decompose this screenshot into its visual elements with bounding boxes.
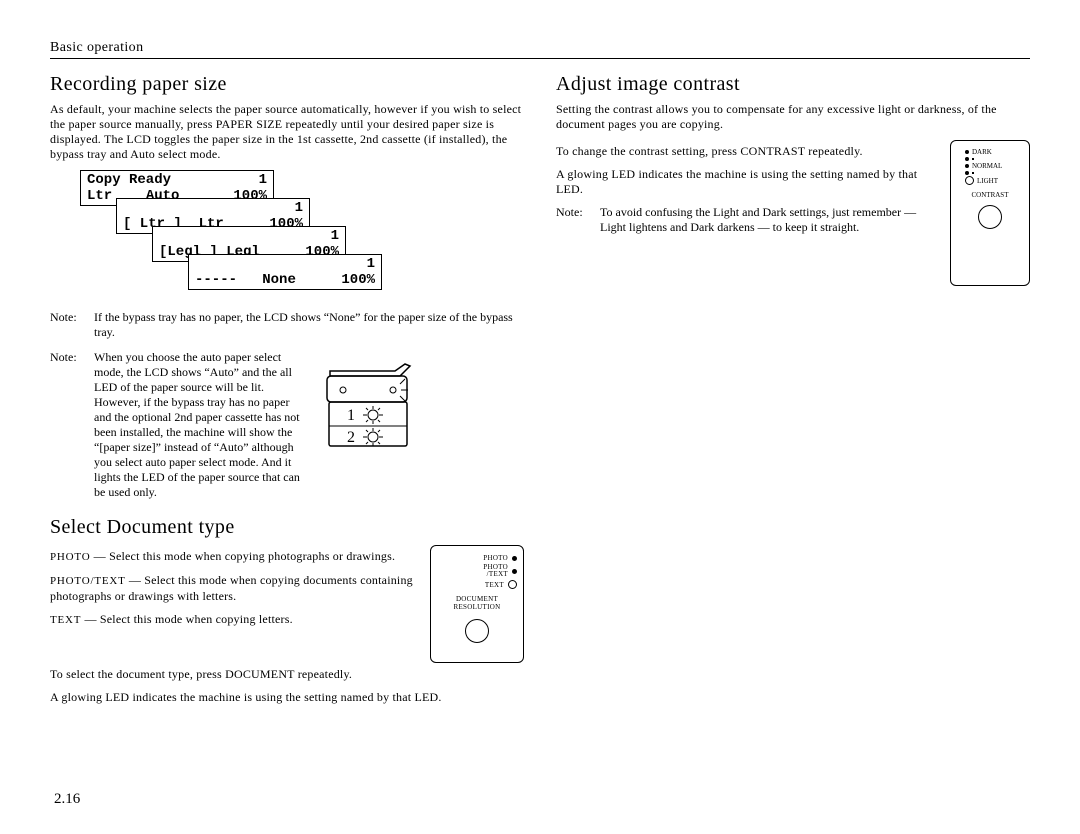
lcd-line: 1 [295,200,303,216]
contrast-button-icon [978,205,1002,229]
panel-label-phototext: PHOTO /TEXT [483,564,508,578]
lcd-screen: 1 ----- None100% [188,254,382,290]
lcd-stack: Copy Ready1 Ltr Auto100% 1 [ Ltr ] Ltr10… [80,170,524,300]
lcd-line: 1 [367,256,375,272]
page-header: Basic operation [50,40,1030,59]
document-resolution-panel: PHOTO PHOTO /TEXT TEXT DOCUMENT RESOLUTI… [430,545,524,663]
note-row: Note: If the bypass tray has no paper, t… [50,310,524,340]
heading-contrast: Adjust image contrast [556,73,1030,96]
note-row: Note: To avoid confusing the Light and D… [556,205,940,235]
lcd-line: 1 [259,172,267,188]
panel-label-dark: DARK [972,148,992,156]
svg-text:1: 1 [347,407,355,424]
lcd-line: 1 [331,228,339,244]
heading-recording-paper-size: Recording paper size [50,73,524,96]
document-button-icon [465,619,489,643]
left-column: Recording paper size As default, your ma… [50,67,524,713]
panel-caption: DOCUMENT RESOLUTION [437,595,517,611]
contrast-panel: DARK NORMAL LIGHT CONTRAST [950,140,1030,286]
contrast-change: To change the contrast setting, press CO… [556,144,940,159]
doctype-photo: PHOTO — Select this mode when copying ph… [50,549,420,565]
doctype-select: To select the document type, press DOCUM… [50,667,524,682]
copier-icon: 1 2 [315,346,524,500]
panel-label-normal: NORMAL [972,162,1002,170]
right-column: Adjust image contrast Setting the contra… [556,67,1030,713]
note-row: Note: When you choose the auto paper sel… [50,350,524,500]
heading-document-type: Select Document type [50,516,524,539]
paragraph-recording: As default, your machine selects the pap… [50,102,524,162]
panel-label-text: TEXT [485,581,504,589]
page-number: 2.16 [54,791,80,808]
panel-label-photo: PHOTO [483,554,508,562]
contrast-glow: A glowing LED indicates the machine is u… [556,167,940,197]
doctype-phototext: PHOTO/TEXT — Select this mode when copyi… [50,573,420,604]
svg-text:2: 2 [347,429,355,446]
lcd-line: Copy Ready [87,172,171,188]
doctype-text: TEXT — Select this mode when copying let… [50,612,420,628]
panel-label-light: LIGHT [977,177,998,185]
panel-caption: CONTRAST [955,191,1025,199]
paragraph-contrast: Setting the contrast allows you to compe… [556,102,1030,132]
doctype-glow: A glowing LED indicates the machine is u… [50,690,524,705]
